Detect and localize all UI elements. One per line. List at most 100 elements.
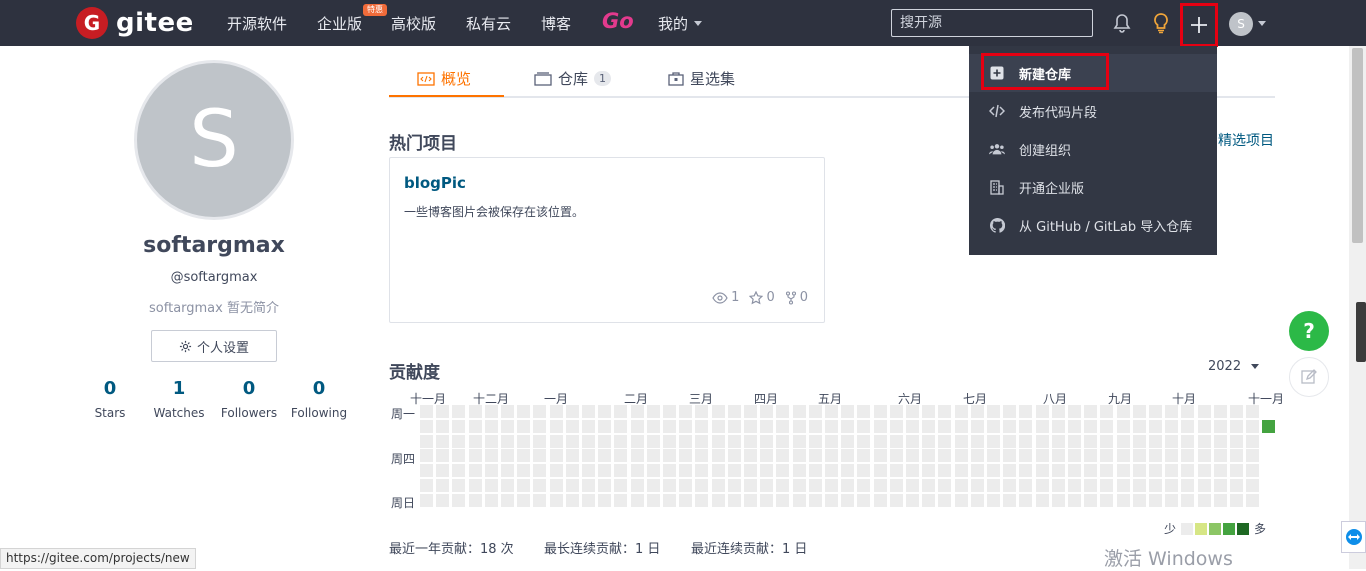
heatmap-cell[interactable] bbox=[1068, 494, 1081, 507]
heatmap-cell[interactable] bbox=[1068, 449, 1081, 462]
heatmap-cell[interactable] bbox=[809, 479, 822, 492]
heatmap-cell[interactable] bbox=[955, 449, 968, 462]
heatmap-cell[interactable] bbox=[598, 435, 611, 448]
heatmap-cell[interactable] bbox=[695, 435, 708, 448]
heatmap-cell[interactable] bbox=[614, 479, 627, 492]
heatmap-cell[interactable] bbox=[647, 420, 660, 433]
heatmap-cell[interactable] bbox=[1003, 464, 1016, 477]
heatmap-cell[interactable] bbox=[1068, 479, 1081, 492]
heatmap-cell[interactable] bbox=[906, 449, 919, 462]
heatmap-cell[interactable] bbox=[760, 435, 773, 448]
heatmap-cell[interactable] bbox=[550, 420, 563, 433]
heatmap-cell[interactable] bbox=[679, 405, 692, 418]
stat-following[interactable]: 0 Following bbox=[284, 378, 354, 420]
heatmap-cell[interactable] bbox=[793, 464, 806, 477]
heatmap-cell[interactable] bbox=[663, 435, 676, 448]
heatmap-cell[interactable] bbox=[760, 420, 773, 433]
heatmap-cell[interactable] bbox=[809, 494, 822, 507]
heatmap-cell[interactable] bbox=[1133, 435, 1146, 448]
heatmap-cell[interactable] bbox=[550, 435, 563, 448]
heatmap-cell[interactable] bbox=[712, 435, 725, 448]
heatmap-cell[interactable] bbox=[1198, 405, 1211, 418]
heatmap-cell[interactable] bbox=[971, 449, 984, 462]
heatmap-cell[interactable] bbox=[550, 479, 563, 492]
heatmap-cell[interactable] bbox=[955, 420, 968, 433]
project-star-count[interactable]: 0 bbox=[749, 290, 775, 305]
heatmap-cell[interactable] bbox=[1019, 405, 1032, 418]
heatmap-cell[interactable] bbox=[793, 405, 806, 418]
heatmap-cell[interactable] bbox=[501, 405, 514, 418]
heatmap-cell[interactable] bbox=[1149, 479, 1162, 492]
heatmap-cell[interactable] bbox=[1198, 479, 1211, 492]
heatmap-cell[interactable] bbox=[452, 464, 465, 477]
heatmap-cell[interactable] bbox=[1100, 449, 1113, 462]
heatmap-cell[interactable] bbox=[938, 494, 951, 507]
heatmap-cell[interactable] bbox=[1084, 420, 1097, 433]
heatmap-cell[interactable] bbox=[922, 479, 935, 492]
heatmap-cell[interactable] bbox=[857, 494, 870, 507]
heatmap-cell[interactable] bbox=[1246, 420, 1259, 433]
heatmap-cell[interactable] bbox=[582, 435, 595, 448]
heatmap-cell[interactable] bbox=[582, 464, 595, 477]
gitee-logo[interactable]: G gitee bbox=[76, 7, 194, 39]
year-select[interactable]: 2022 bbox=[1208, 359, 1260, 374]
heatmap-cell-active[interactable] bbox=[1262, 420, 1275, 433]
heatmap-cell[interactable] bbox=[987, 494, 1000, 507]
heatmap-cell[interactable] bbox=[1246, 449, 1259, 462]
heatmap-cell[interactable] bbox=[1133, 449, 1146, 462]
heatmap-cell[interactable] bbox=[744, 420, 757, 433]
heatmap-cell[interactable] bbox=[1214, 449, 1227, 462]
heatmap-cell[interactable] bbox=[1052, 435, 1065, 448]
heatmap-cell[interactable] bbox=[1052, 420, 1065, 433]
heatmap-cell[interactable] bbox=[825, 479, 838, 492]
heatmap-cell[interactable] bbox=[922, 494, 935, 507]
heatmap-cell[interactable] bbox=[517, 464, 530, 477]
heatmap-cell[interactable] bbox=[744, 494, 757, 507]
heatmap-cell[interactable] bbox=[825, 405, 838, 418]
heatmap-cell[interactable] bbox=[1198, 449, 1211, 462]
heatmap-cell[interactable] bbox=[728, 449, 741, 462]
heatmap-cell[interactable] bbox=[890, 405, 903, 418]
heatmap-cell[interactable] bbox=[517, 449, 530, 462]
heatmap-cell[interactable] bbox=[1149, 464, 1162, 477]
heatmap-cell[interactable] bbox=[744, 464, 757, 477]
heatmap-cell[interactable] bbox=[1117, 405, 1130, 418]
heatmap-cell[interactable] bbox=[841, 449, 854, 462]
nav-mine[interactable]: 我的 bbox=[658, 13, 688, 34]
heatmap-cell[interactable] bbox=[1084, 479, 1097, 492]
heatmap-cell[interactable] bbox=[501, 435, 514, 448]
heatmap-cell[interactable] bbox=[987, 420, 1000, 433]
heatmap-cell[interactable] bbox=[1214, 435, 1227, 448]
heatmap-cell[interactable] bbox=[679, 479, 692, 492]
heatmap-cell[interactable] bbox=[1117, 464, 1130, 477]
heatmap-cell[interactable] bbox=[1100, 479, 1113, 492]
heatmap-cell[interactable] bbox=[1214, 420, 1227, 433]
heatmap-cell[interactable] bbox=[663, 420, 676, 433]
heatmap-cell[interactable] bbox=[679, 435, 692, 448]
heatmap-cell[interactable] bbox=[501, 464, 514, 477]
heatmap-cell[interactable] bbox=[614, 435, 627, 448]
heatmap-cell[interactable] bbox=[631, 435, 644, 448]
heatmap-cell[interactable] bbox=[760, 405, 773, 418]
heatmap-cell[interactable] bbox=[712, 494, 725, 507]
heatmap-cell[interactable] bbox=[1230, 420, 1243, 433]
heatmap-cell[interactable] bbox=[890, 464, 903, 477]
heatmap-cell[interactable] bbox=[631, 494, 644, 507]
heatmap-cell[interactable] bbox=[1198, 494, 1211, 507]
heatmap-cell[interactable] bbox=[938, 435, 951, 448]
heatmap-cell[interactable] bbox=[501, 494, 514, 507]
heatmap-cell[interactable] bbox=[1230, 464, 1243, 477]
project-card[interactable]: blogPic 一些博客图片会被保存在该位置。 1 0 0 bbox=[389, 157, 825, 323]
heatmap-cell[interactable] bbox=[566, 405, 579, 418]
heatmap-cell[interactable] bbox=[501, 479, 514, 492]
heatmap-cell[interactable] bbox=[760, 479, 773, 492]
heatmap-cell[interactable] bbox=[728, 405, 741, 418]
heatmap-cell[interactable] bbox=[1117, 449, 1130, 462]
heatmap-cell[interactable] bbox=[1165, 405, 1178, 418]
heatmap-cell[interactable] bbox=[1214, 405, 1227, 418]
heatmap-cell[interactable] bbox=[614, 449, 627, 462]
heatmap-cell[interactable] bbox=[485, 405, 498, 418]
heatmap-cell[interactable] bbox=[1181, 479, 1194, 492]
heatmap-cell[interactable] bbox=[695, 494, 708, 507]
heatmap-cell[interactable] bbox=[469, 405, 482, 418]
